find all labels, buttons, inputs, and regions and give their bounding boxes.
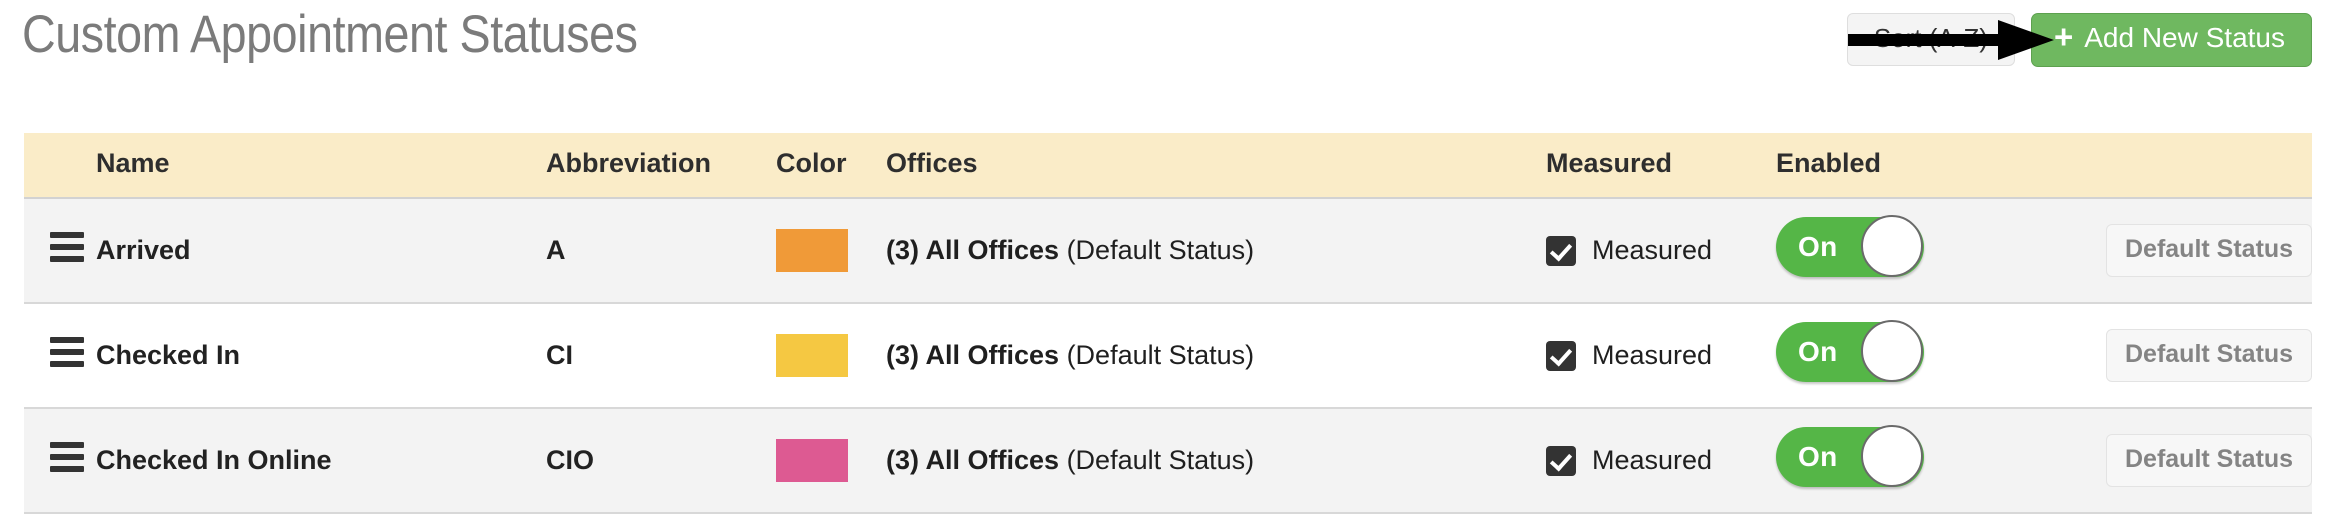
row-cell-measured: Measured (1546, 408, 1776, 514)
row-cell-name: Checked In Online (96, 408, 546, 514)
row-cell-abbreviation: CIO (546, 408, 776, 514)
column-header-handle (24, 133, 96, 199)
drag-handle-icon[interactable] (24, 226, 84, 268)
table-row: Arrived A (3) All Offices (Default Status)… (24, 198, 2313, 304)
color-swatch[interactable] (776, 439, 848, 482)
drag-handle-icon[interactable] (24, 436, 84, 478)
row-cell-offices: (3) All Offices (Default Status) (886, 198, 1546, 304)
custom-statuses-table: Name Abbreviation Color Offices Measured… (24, 133, 2313, 514)
default-status-note (1059, 340, 1067, 370)
row-cell-name: Arrived (96, 198, 546, 304)
row-cell-abbreviation: A (546, 198, 776, 304)
table-header-row: Name Abbreviation Color Offices Measured… (24, 133, 2312, 199)
row-cell-measured: Measured (1546, 198, 1776, 304)
enabled-toggle-label: On (1798, 441, 1838, 472)
row-cell-color (776, 303, 886, 409)
column-header-offices: Offices (886, 133, 1546, 199)
table-row: Checked In Online CIO (3) All Offices (Def… (24, 408, 2313, 514)
measured-checkbox[interactable] (1546, 340, 1576, 371)
measured-label: Measured (1592, 340, 1713, 370)
offices-count-label: (3) All Offices (886, 445, 1060, 475)
default-status-note (1059, 445, 1067, 475)
measured-checkbox[interactable] (1546, 445, 1576, 476)
column-header-abbreviation: Abbreviation (546, 133, 776, 199)
measured-label: Measured (1592, 445, 1713, 475)
row-cell-offices: (3) All Offices (Default Status) (886, 303, 1546, 409)
row-cell-enabled: On (1776, 198, 2106, 304)
default-status-button[interactable]: Default Status (2106, 329, 2313, 382)
sort-button[interactable]: Sort (A-Z) (1846, 13, 2015, 66)
page-title: Custom Appointment Statuses (22, 5, 638, 64)
enabled-toggle[interactable]: On (1776, 425, 1924, 487)
column-header-color: Color (776, 133, 886, 199)
offices-count-label: (3) All Offices (886, 235, 1060, 265)
column-header-enabled: Enabled (1776, 133, 2106, 199)
add-new-status-label: Add New Status (2084, 22, 2285, 53)
enabled-toggle-label: On (1798, 336, 1838, 367)
page-header: Custom Appointment Statuses Sort (A-Z) +… (0, 0, 2328, 92)
row-cell-handle (24, 408, 96, 514)
column-header-action (2106, 133, 2312, 199)
row-cell-color (776, 198, 886, 304)
row-cell-action: Default Status (2106, 198, 2313, 304)
measured-label: Measured (1592, 235, 1713, 265)
enabled-toggle-knob (1861, 320, 1923, 382)
table-body: Arrived A (3) All Offices (Default Status)… (24, 198, 2313, 514)
row-cell-action: Default Status (2106, 303, 2313, 409)
color-swatch[interactable] (776, 334, 848, 377)
row-cell-name: Checked In (96, 303, 546, 409)
header-actions: Sort (A-Z) + Add New Status (1846, 13, 2312, 67)
measured-checkbox[interactable] (1546, 235, 1576, 266)
offices-count-label: (3) All Offices (886, 340, 1060, 370)
plus-icon: + (2053, 18, 2074, 56)
enabled-toggle[interactable]: On (1776, 215, 1924, 277)
row-cell-abbreviation: CI (546, 303, 776, 409)
row-cell-offices: (3) All Offices (Default Status) (886, 408, 1546, 514)
row-cell-handle (24, 303, 96, 409)
offices-default-note: (Default Status) (1066, 340, 1255, 370)
offices-default-note: (Default Status) (1066, 445, 1255, 475)
column-header-name: Name (96, 133, 546, 199)
row-cell-measured: Measured (1546, 303, 1776, 409)
table-header: Name Abbreviation Color Offices Measured… (24, 133, 2312, 199)
row-cell-handle (24, 198, 96, 304)
column-header-measured: Measured (1546, 133, 1776, 199)
row-cell-enabled: On (1776, 408, 2106, 514)
table-row: Checked In CI (3) All Offices (Default Sta… (24, 303, 2313, 409)
default-status-button[interactable]: Default Status (2106, 224, 2313, 277)
row-cell-action: Default Status (2106, 408, 2313, 514)
default-status-button[interactable]: Default Status (2106, 434, 2313, 487)
color-swatch[interactable] (776, 229, 848, 272)
enabled-toggle[interactable]: On (1776, 320, 1924, 382)
row-cell-color (776, 408, 886, 514)
row-cell-enabled: On (1776, 303, 2106, 409)
offices-default-note: (Default Status) (1066, 235, 1255, 265)
enabled-toggle-label: On (1798, 231, 1838, 262)
drag-handle-icon[interactable] (24, 331, 84, 373)
default-status-note (1059, 235, 1067, 265)
add-new-status-button[interactable]: + Add New Status (2030, 13, 2312, 67)
enabled-toggle-knob (1861, 215, 1923, 277)
enabled-toggle-knob (1861, 425, 1923, 487)
